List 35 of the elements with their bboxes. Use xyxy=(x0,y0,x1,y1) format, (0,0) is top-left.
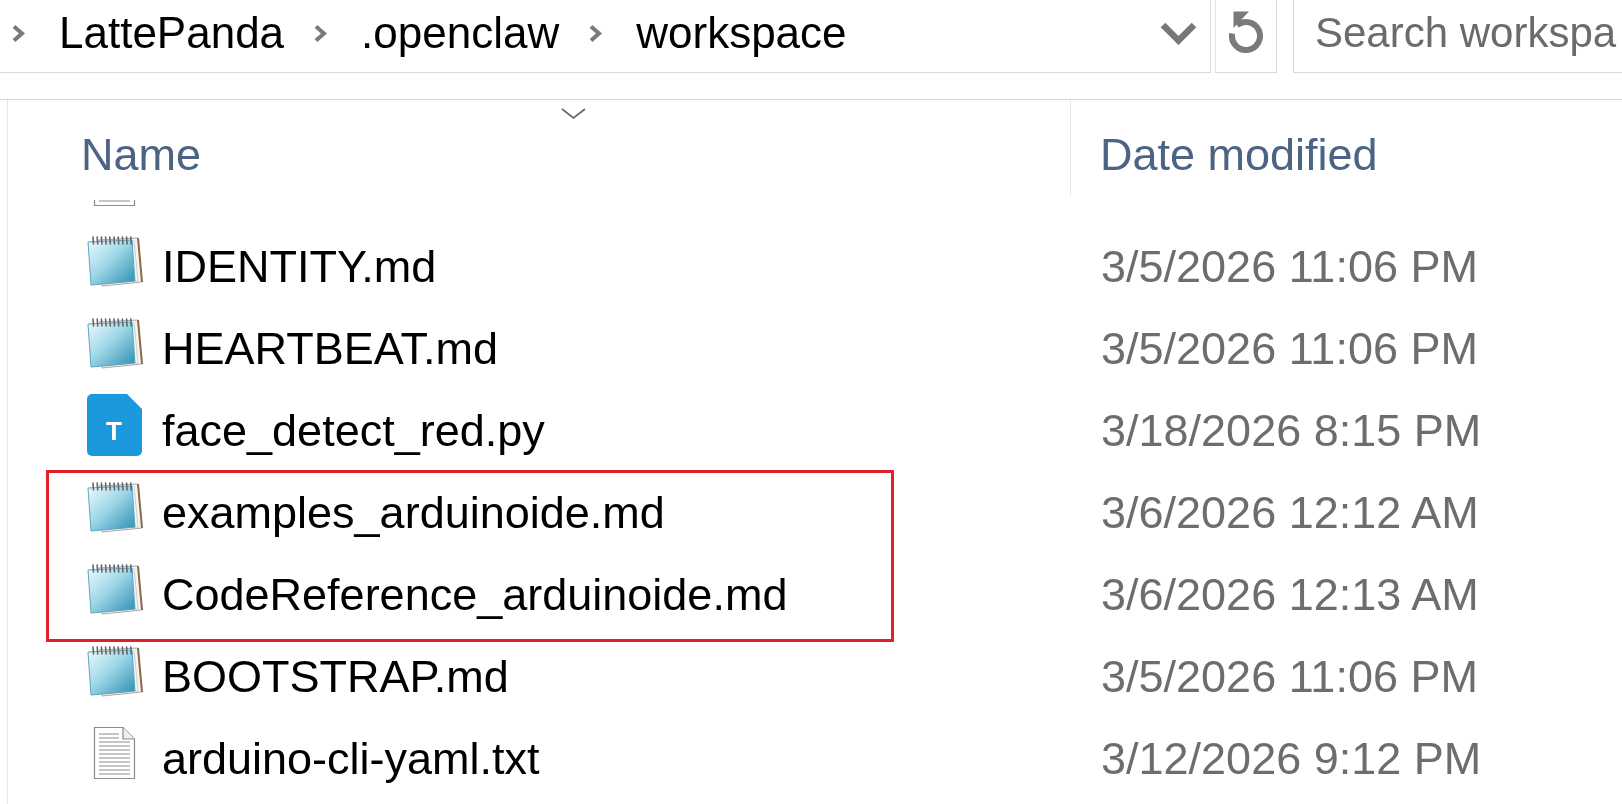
page-icon xyxy=(92,726,136,780)
recent-locations-button[interactable] xyxy=(1160,21,1197,45)
notepad-icon xyxy=(85,563,143,615)
page-icon xyxy=(92,200,136,207)
notepad-icon xyxy=(85,481,143,533)
chevron-right-icon xyxy=(11,23,26,43)
file-name[interactable]: arduino-cli-yaml.txt xyxy=(162,732,540,786)
file-name[interactable]: HEARTBEAT.md xyxy=(162,322,498,376)
breadcrumb-item[interactable]: .openclaw xyxy=(361,7,560,59)
breadcrumb-item[interactable]: workspace xyxy=(636,7,847,59)
column-header[interactable]: Name xyxy=(8,100,1071,196)
breadcrumb-item[interactable]: LattePanda xyxy=(59,7,285,59)
date-modified: 3/18/2026 8:15 PM xyxy=(1101,404,1482,458)
file-name[interactable]: CodeReference_arduinoide.md xyxy=(162,568,788,622)
address-bar[interactable]: LattePanda .openclaw workspace xyxy=(0,0,1211,73)
document-icon: T xyxy=(86,394,142,456)
file-name[interactable]: BOOTSTRAP.md xyxy=(162,650,509,704)
search-field[interactable]: Search workspa xyxy=(1293,0,1622,73)
date-modified: 3/6/2026 12:12 AM xyxy=(1101,486,1479,540)
column-header[interactable]: Date modified xyxy=(1071,100,1622,196)
file-name[interactable]: examples_arduinoide.md xyxy=(162,486,665,540)
date-modified: 3/5/2026 11:06 PM xyxy=(1101,650,1478,704)
date-modified: 3/5/2026 11:06 PM xyxy=(1101,322,1478,376)
date-modified: 3/6/2026 12:13 AM xyxy=(1101,568,1479,622)
file-name[interactable]: IDENTITY.md xyxy=(162,240,437,294)
chevron-right-icon xyxy=(313,23,329,43)
date-modified: 3/12/2026 9:12 PM xyxy=(1101,732,1482,786)
notepad-icon xyxy=(85,317,143,369)
notepad-icon xyxy=(85,645,143,697)
refresh-button[interactable] xyxy=(1215,0,1277,73)
chevron-right-icon xyxy=(588,23,604,43)
date-modified: 3/5/2026 11:06 PM xyxy=(1101,240,1478,294)
chevron-down-icon xyxy=(1160,21,1197,45)
file-name[interactable]: face_detect_red.py xyxy=(162,404,545,458)
notepad-icon xyxy=(85,235,143,287)
